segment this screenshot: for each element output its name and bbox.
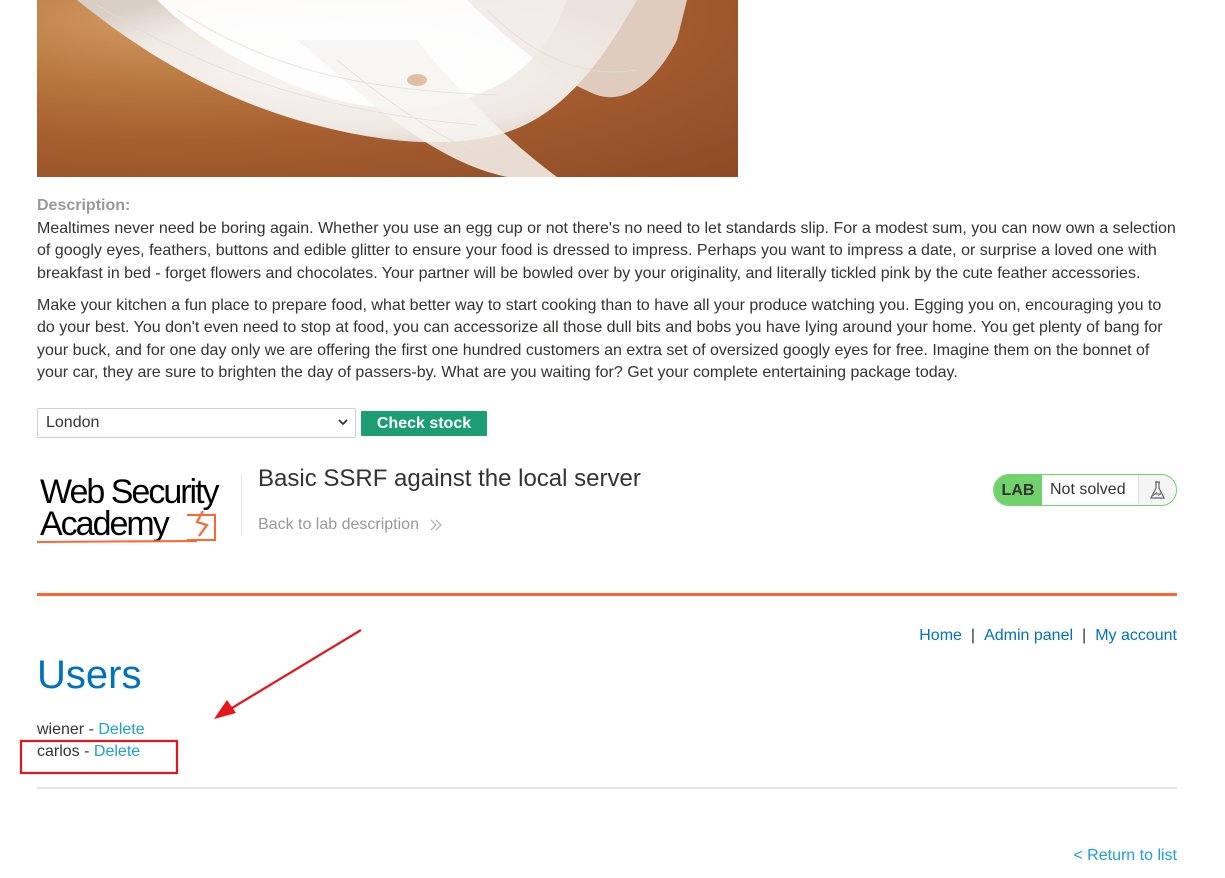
lab-badge-label: LAB [994, 475, 1042, 505]
academy-bolt-icon [187, 510, 216, 541]
chevron-down-icon [338, 419, 348, 426]
back-to-lab-description-link[interactable]: Back to lab description [258, 516, 443, 534]
annotation-arrow-head [214, 700, 236, 719]
nav-separator: | [970, 627, 976, 644]
store-select-value: London [46, 414, 100, 431]
return-to-list-link[interactable]: < Return to list [1073, 847, 1177, 865]
nav-home-link[interactable]: Home [919, 627, 962, 644]
users-heading: Users [37, 653, 142, 697]
nav-my-account-link[interactable]: My account [1095, 627, 1177, 644]
description-label: Description: [37, 197, 131, 214]
username: carlos [37, 743, 80, 760]
double-chevron-right-icon [430, 519, 443, 531]
flask-icon-container [1138, 475, 1176, 505]
lab-status-text: Not solved [1050, 481, 1126, 498]
nav-separator: | [1082, 627, 1087, 644]
delete-user-link[interactable]: Delete [98, 721, 144, 738]
username: wiener [37, 721, 85, 738]
store-select[interactable]: London [37, 408, 356, 438]
header-divider [37, 593, 1177, 596]
feathers-illustration [77, 0, 687, 177]
lab-title: Basic SSRF against the local server [258, 465, 641, 492]
description-paragraph: Make your kitchen a fun place to prepare… [37, 297, 1163, 382]
back-link-label: Back to lab description [258, 516, 419, 533]
flask-icon [1150, 481, 1165, 499]
check-stock-button[interactable]: Check stock [361, 411, 487, 436]
content-divider [37, 787, 1177, 789]
user-row: wiener - Delete [37, 721, 145, 739]
user-row-separator: - [79, 743, 94, 760]
annotation-arrow-line [231, 629, 362, 709]
web-security-academy-logo[interactable]: Web Security Academy [37, 470, 242, 546]
user-row-separator: - [84, 721, 99, 738]
product-image [37, 0, 738, 177]
description-paragraph: Mealtimes never need be boring again. Wh… [37, 220, 1176, 282]
logo-line2: Academy [40, 505, 170, 543]
logo-divider [241, 474, 242, 536]
delete-user-link[interactable]: Delete [94, 743, 140, 760]
lab-status-badge: LAB Not solved [993, 474, 1177, 506]
nav-admin-panel-link[interactable]: Admin panel [984, 627, 1073, 644]
top-navigation: Home | Admin panel | My account [919, 627, 1177, 645]
user-row: carlos - Delete [37, 743, 140, 761]
